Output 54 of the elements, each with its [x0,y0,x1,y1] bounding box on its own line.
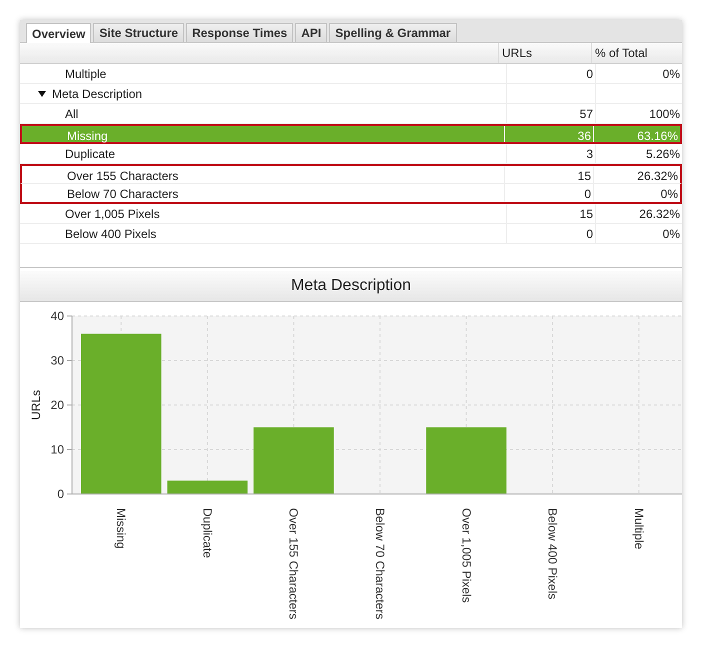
x-tick-label: Over 1,005 Pixels [459,508,474,603]
url-count: 0 [586,67,593,81]
row-label: Below 400 Pixels [65,227,156,241]
tab[interactable]: Site Structure [93,23,184,42]
y-tick-label: 0 [57,487,64,501]
column-header[interactable]: % of Total [591,43,682,63]
row-label: All [65,107,78,121]
tab[interactable]: API [295,23,328,42]
y-tick-label: 10 [50,442,64,456]
table-row[interactable]: Meta Description [20,84,682,104]
tab[interactable]: Response Times [186,23,294,42]
table-row[interactable]: Below 400 Pixels 0 0% [20,224,682,244]
chart-title: Meta Description [290,277,412,295]
url-count: 36 [578,129,591,143]
column-header[interactable]: URLs [498,43,591,63]
row-label: Multiple [65,67,106,81]
percent-of-total: 0% [662,227,680,241]
y-tick-label: 20 [50,398,64,412]
table-row[interactable]: Over 1,005 Pixels 15 26.32% [20,204,682,224]
row-label: Missing [67,129,108,143]
tab[interactable]: Spelling & Grammar [329,23,457,42]
percent-of-total: 63.16% [637,129,678,143]
table-row[interactable]: Duplicate 3 5.26% [20,144,682,164]
percent-of-total: 0% [660,187,678,201]
table-row[interactable]: Over 155 Characters 15 26.32% [20,164,682,184]
percent-of-total: 5.26% [646,147,680,161]
row-label: Over 155 Characters [67,169,178,183]
y-tick-label: 40 [50,309,64,323]
y-axis-title: URLs [29,390,43,420]
percent-of-total: 26.32% [637,169,678,183]
row-label: Below 70 Characters [67,187,178,201]
percent-of-total: 100% [649,107,680,121]
x-tick-label: Over 155 Characters [286,508,301,620]
url-count: 15 [580,207,593,221]
table-row[interactable]: Below 70 Characters 0 0% [20,184,682,204]
url-count: 0 [586,227,593,241]
url-count: 3 [586,147,593,161]
url-count: 57 [580,107,593,121]
percent-of-total: 0% [662,67,680,81]
x-tick-label: Multiple [632,508,646,550]
url-count: 0 [584,187,591,201]
y-tick-label: 30 [50,354,64,368]
url-count: 15 [578,169,591,183]
expand-triangle-icon[interactable] [38,90,46,96]
x-tick-label: Below 400 Pixels [546,508,560,600]
x-tick-label: Missing [114,508,128,549]
percent-of-total: 26.32% [639,207,680,221]
x-tick-label: Duplicate [200,508,214,558]
row-label: Over 1,005 Pixels [65,207,160,221]
tab[interactable]: Overview [26,23,92,43]
row-label: Duplicate [65,147,116,161]
x-tick-label: Below 70 Characters [373,508,387,620]
table-row[interactable]: Multiple 0 0% [20,64,682,84]
row-label: Meta Description [52,86,142,102]
